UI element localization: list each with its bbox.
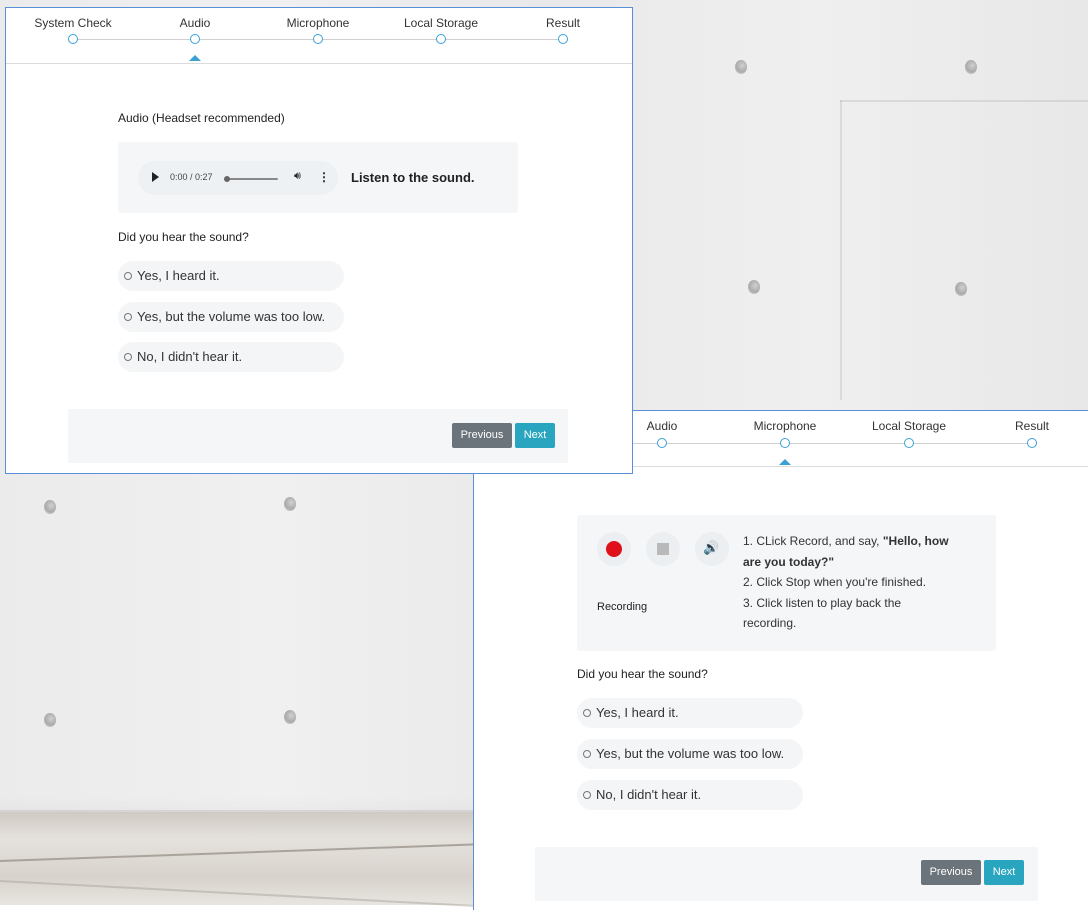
option-too-low[interactable]: Yes, but the volume was too low. bbox=[118, 302, 344, 332]
audio-check-panel: System Check Audio Microphone Local Stor… bbox=[5, 7, 633, 474]
microphone-check-panel: Audio Microphone Local Storage Result 🔊 … bbox=[473, 410, 1088, 910]
option-heard[interactable]: Yes, I heard it. bbox=[577, 698, 803, 728]
option-label: Yes, I heard it. bbox=[137, 268, 220, 283]
active-step-indicator bbox=[189, 55, 201, 61]
option-label: Yes, but the volume was too low. bbox=[137, 309, 326, 324]
listen-button[interactable]: 🔊 bbox=[695, 532, 729, 566]
step-local-storage: Local Storage bbox=[871, 419, 947, 433]
instruction-1-text: 1. CLick Record, and say, bbox=[743, 534, 883, 548]
wall-hole bbox=[735, 60, 747, 74]
option-too-low[interactable]: Yes, but the volume was too low. bbox=[577, 739, 803, 769]
section-label: Audio (Headset recommended) bbox=[118, 111, 285, 125]
wall-hole bbox=[748, 280, 760, 294]
record-button[interactable] bbox=[597, 532, 631, 566]
step-dot bbox=[780, 438, 790, 448]
step-dot bbox=[657, 438, 667, 448]
step-local-storage: Local Storage bbox=[403, 16, 479, 30]
step-dot bbox=[558, 34, 568, 44]
audio-player-box: 0:00 / 0:27 🔊︎ ⋮ Listen to the sound. bbox=[118, 142, 518, 213]
option-label: Yes, but the volume was too low. bbox=[596, 746, 785, 761]
step-audio: Audio bbox=[179, 16, 211, 30]
record-icon bbox=[606, 541, 622, 557]
step-microphone: Microphone bbox=[286, 16, 350, 30]
seek-knob[interactable] bbox=[224, 176, 230, 182]
play-icon[interactable] bbox=[152, 172, 159, 182]
stepper: System Check Audio Microphone Local Stor… bbox=[6, 8, 632, 64]
stop-icon bbox=[657, 543, 669, 555]
option-not-heard[interactable]: No, I didn't hear it. bbox=[118, 342, 344, 372]
playback-time: 0:00 / 0:27 bbox=[170, 172, 213, 182]
recording-box: 🔊 Recording 1. CLick Record, and say, "H… bbox=[577, 515, 996, 651]
option-label: No, I didn't hear it. bbox=[137, 349, 243, 364]
previous-button[interactable]: Previous bbox=[921, 860, 981, 885]
question-label: Did you hear the sound? bbox=[118, 230, 249, 244]
radio-icon bbox=[583, 708, 591, 717]
player-hint: Listen to the sound. bbox=[351, 170, 475, 185]
option-label: Yes, I heard it. bbox=[596, 705, 679, 720]
wall-hole bbox=[284, 710, 296, 724]
previous-button[interactable]: Previous bbox=[452, 423, 512, 448]
wall-hole bbox=[955, 282, 967, 296]
instruction-3: 3. Click listen to play back the bbox=[743, 595, 902, 610]
stop-button[interactable] bbox=[646, 532, 680, 566]
option-label: No, I didn't hear it. bbox=[596, 787, 702, 802]
step-dot bbox=[68, 34, 78, 44]
step-dot bbox=[436, 34, 446, 44]
step-system-check: System Check bbox=[34, 16, 112, 30]
step-result: Result bbox=[1014, 419, 1050, 433]
radio-icon bbox=[583, 790, 591, 799]
more-options-icon[interactable]: ⋮ bbox=[318, 170, 330, 184]
volume-icon[interactable]: 🔊︎ bbox=[294, 170, 301, 183]
question-label: Did you hear the sound? bbox=[577, 667, 708, 681]
active-step-indicator bbox=[779, 459, 791, 465]
radio-icon bbox=[124, 271, 132, 280]
radio-icon bbox=[583, 749, 591, 758]
speaker-icon: 🔊 bbox=[703, 540, 720, 555]
next-button[interactable]: Next bbox=[984, 860, 1024, 885]
step-microphone: Microphone bbox=[753, 419, 817, 433]
instruction-1-quote: "Hello, how bbox=[882, 534, 949, 548]
option-not-heard[interactable]: No, I didn't hear it. bbox=[577, 780, 803, 810]
step-audio: Audio bbox=[646, 419, 678, 433]
wall-seam bbox=[840, 100, 842, 400]
instruction-3-cont: recording. bbox=[743, 616, 797, 630]
step-dot bbox=[1027, 438, 1037, 448]
wall-hole bbox=[44, 500, 56, 514]
panel-footer: Previous Next bbox=[535, 847, 1038, 901]
next-button[interactable]: Next bbox=[515, 423, 555, 448]
wall-hole bbox=[284, 497, 296, 511]
recording-status: Recording bbox=[597, 601, 648, 613]
step-dot bbox=[313, 34, 323, 44]
radio-icon bbox=[124, 312, 132, 321]
step-dot bbox=[904, 438, 914, 448]
panel-footer: Previous Next bbox=[68, 409, 568, 463]
wall-hole bbox=[965, 60, 977, 74]
option-heard[interactable]: Yes, I heard it. bbox=[118, 261, 344, 291]
radio-icon bbox=[124, 352, 132, 361]
instruction-2: 2. Click Stop when you're finished. bbox=[743, 575, 927, 589]
step-dot bbox=[190, 34, 200, 44]
wall-hole bbox=[44, 713, 56, 727]
stepper-line bbox=[662, 443, 1032, 444]
wall-seam bbox=[840, 100, 1088, 102]
instruction-1-quote-cont: are you today?" bbox=[743, 554, 835, 569]
recording-instructions: 1. CLick Record, and say, "Hello, how ar… bbox=[743, 531, 983, 634]
step-result: Result bbox=[545, 16, 581, 30]
audio-player: 0:00 / 0:27 🔊︎ ⋮ bbox=[138, 161, 338, 195]
seek-bar[interactable] bbox=[224, 176, 278, 182]
